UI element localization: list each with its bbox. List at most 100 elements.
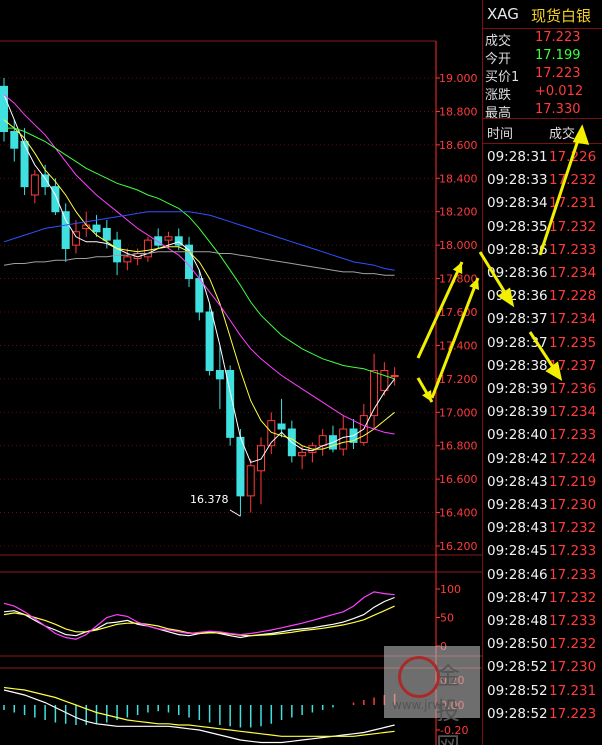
tick-row: 09:28:43 17.230 [483, 494, 602, 517]
ticks-header-price: 成交 [549, 127, 576, 142]
tick-row: 09:28:36 17.234 [483, 262, 602, 285]
candle-body [195, 278, 204, 313]
tick-time: 09:28:31 [487, 149, 548, 165]
tick-row: 09:28:50 17.232 [483, 633, 602, 656]
tick-price: 17.232 [549, 636, 597, 653]
candle-body [246, 465, 255, 497]
tick-time: 09:28:48 [487, 613, 548, 629]
watermark: 金投网 www.jrw... [384, 646, 480, 745]
y-tick-label: 18.000 [439, 239, 478, 252]
symbol-code: XAG [487, 5, 519, 23]
tick-time: 09:28:47 [487, 589, 548, 606]
tick-price: 17.231 [549, 195, 597, 212]
tick-row: 09:28:38 17.237 [483, 355, 602, 378]
tick-row: 09:28:48 17.233 [483, 610, 602, 633]
candle-body [277, 423, 286, 430]
candle-body [92, 224, 101, 233]
tick-time: 09:28:36 [487, 265, 548, 281]
tick-row: 09:28:31 17.226 [483, 146, 602, 169]
tick-row: 09:28:37 17.234 [483, 308, 602, 331]
y-tick-label: 16.400 [439, 507, 478, 520]
candle-body [102, 227, 111, 241]
quote-row: 买价1 17.223 [483, 65, 602, 85]
sub1-line [3, 605, 395, 637]
tick-price: 17.232 [549, 172, 597, 189]
tick-time: 09:28:37 [487, 311, 548, 328]
tick-row: 09:28:43 17.219 [483, 471, 602, 494]
tick-row: 09:28:40 17.233 [483, 424, 602, 447]
tick-price: 17.234 [549, 404, 597, 421]
tick-row: 09:28:47 17.232 [483, 587, 602, 610]
low-price-leader [229, 509, 241, 517]
tick-row: 09:28:33 17.232 [483, 169, 602, 192]
quote-row: 成交 17.223 [483, 29, 602, 49]
quote-value: 17.330 [535, 102, 581, 117]
quote-row: 涨跌 +0.012 [483, 83, 602, 103]
tick-price: 17.232 [549, 218, 597, 235]
quote-value: 17.223 [535, 30, 581, 45]
y-tick-label: 18.600 [439, 139, 478, 152]
y-tick-label: 17.200 [439, 373, 478, 386]
tick-row: 09:28:35 17.232 [483, 216, 602, 239]
tick-price: 17.232 [549, 589, 597, 606]
candle-body [113, 239, 122, 263]
tick-time: 09:28:52 [487, 659, 548, 676]
y-tick-label: 16.800 [439, 440, 478, 453]
tick-time: 09:28:37 [487, 334, 548, 351]
sub1-tick-label: 100 [440, 583, 461, 596]
tick-row: 09:28:39 17.236 [483, 378, 602, 401]
candle-body [10, 130, 19, 149]
candle-body [215, 370, 224, 380]
tick-price: 17.234 [549, 311, 597, 328]
tick-price: 17.233 [549, 241, 597, 258]
tick-time: 09:28:52 [487, 705, 548, 722]
y-tick-label: 18.200 [439, 206, 478, 219]
tick-time: 09:28:36 [487, 288, 548, 305]
tick-price: 17.234 [549, 265, 597, 281]
tick-row: 09:28:36 17.228 [483, 285, 602, 308]
tick-row: 09:28:42 17.224 [483, 448, 602, 471]
ma-line [3, 94, 395, 435]
quote-row: 今开 17.199 [483, 47, 602, 67]
tick-time: 09:28:45 [487, 543, 548, 560]
tick-price: 17.228 [549, 288, 597, 305]
tick-price: 17.224 [549, 450, 597, 467]
candle-body [0, 85, 8, 132]
y-tick-label: 17.800 [439, 273, 478, 286]
tick-row: 09:28:52 17.230 [483, 656, 602, 679]
candle-body [123, 256, 132, 263]
tick-time: 09:28:52 [487, 682, 548, 699]
y-tick-label: 16.200 [439, 540, 478, 553]
quote-value: 17.199 [535, 48, 581, 63]
y-tick-label: 18.400 [439, 172, 478, 185]
watermark-logo-icon [398, 656, 440, 698]
y-tick-label: 17.000 [439, 406, 478, 419]
quote-panel: XAG 现货白银 成交 17.223 今开 17.199 买价1 17.223 涨跌 +0.0… [482, 0, 602, 745]
tick-time: 09:28:40 [487, 427, 548, 444]
tick-price: 17.233 [549, 427, 597, 444]
tick-price: 17.236 [549, 381, 597, 397]
tick-row: 09:28:34 17.231 [483, 192, 602, 215]
quote-row: 最高 17.330 [483, 101, 602, 121]
tick-time: 09:28:35 [487, 218, 548, 235]
tick-price: 17.223 [549, 705, 597, 722]
tick-price: 17.233 [549, 543, 597, 560]
quote-header: XAG 现货白银 [483, 0, 602, 29]
tick-time: 09:28:46 [487, 566, 548, 583]
tick-price: 17.235 [549, 334, 597, 351]
tick-row: 09:28:39 17.234 [483, 401, 602, 424]
tick-row: 09:28:43 17.232 [483, 517, 602, 540]
low-price-label: 16.378 [190, 493, 229, 506]
tick-row: 09:28:37 17.235 [483, 332, 602, 355]
symbol-name: 现货白银 [531, 7, 592, 25]
tick-row: 09:28:45 17.233 [483, 540, 602, 563]
tick-price: 17.226 [549, 149, 597, 165]
tick-price: 17.232 [549, 520, 597, 537]
ticks-header: 时间 成交 [483, 118, 602, 144]
candle-body [318, 435, 327, 447]
sub1-line [3, 591, 395, 640]
tick-time: 09:28:43 [487, 497, 548, 513]
tick-price: 17.230 [549, 659, 597, 676]
tick-time: 09:28:42 [487, 450, 548, 467]
tick-time: 09:28:36 [487, 241, 548, 258]
